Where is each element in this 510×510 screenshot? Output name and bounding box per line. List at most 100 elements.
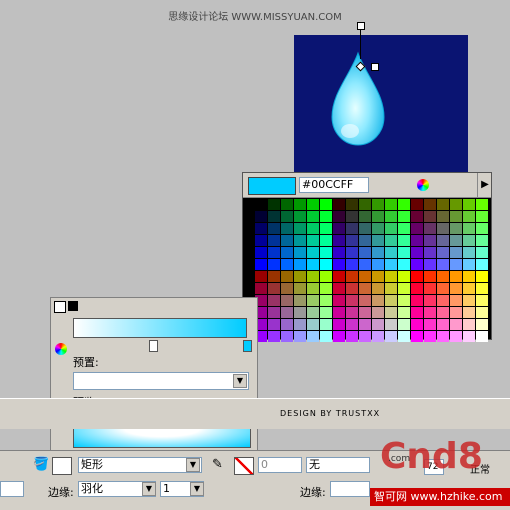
swatch-cell[interactable]: [437, 331, 449, 342]
swatch-cell[interactable]: [294, 247, 306, 258]
gradient-stop-right[interactable]: [243, 340, 252, 352]
swatch-cell[interactable]: [463, 271, 475, 282]
swatch-cell[interactable]: [307, 295, 319, 306]
swatch-cell[interactable]: [476, 235, 488, 246]
transform-handle-right[interactable]: [371, 63, 379, 71]
swatch-cell[interactable]: [450, 295, 462, 306]
swatch-cell[interactable]: [307, 259, 319, 270]
swatch-cell[interactable]: [294, 259, 306, 270]
swatch-cell[interactable]: [346, 223, 358, 234]
swatch-cell[interactable]: [424, 259, 436, 270]
swatch-cell[interactable]: [346, 247, 358, 258]
swatch-cell[interactable]: [476, 271, 488, 282]
swatch-cell[interactable]: [450, 199, 462, 210]
swatch-cell[interactable]: [437, 199, 449, 210]
swatch-cell[interactable]: [476, 331, 488, 342]
swatch-cell[interactable]: [463, 259, 475, 270]
swatch-cell[interactable]: [333, 247, 345, 258]
swatch-cell[interactable]: [294, 295, 306, 306]
swatch-cell[interactable]: [372, 259, 384, 270]
swatch-cell[interactable]: [255, 259, 267, 270]
swatch-cell[interactable]: [398, 199, 410, 210]
swatch-cell[interactable]: [424, 295, 436, 306]
swatch-cell[interactable]: [359, 199, 371, 210]
swatch-cell[interactable]: [450, 271, 462, 282]
swatch-cell[interactable]: [333, 295, 345, 306]
swatch-cell[interactable]: [281, 259, 293, 270]
swatch-cell[interactable]: [333, 319, 345, 330]
swatch-cell[interactable]: [346, 259, 358, 270]
stroke-color-swatch[interactable]: [234, 457, 254, 475]
swatch-cell[interactable]: [255, 271, 267, 282]
swatch-cell[interactable]: [424, 223, 436, 234]
swatch-cell[interactable]: [307, 247, 319, 258]
gradient-bar[interactable]: [73, 318, 247, 338]
swatch-cell[interactable]: [476, 247, 488, 258]
swatch-cell[interactable]: [450, 235, 462, 246]
swatch-cell[interactable]: [255, 223, 267, 234]
left-input[interactable]: [0, 481, 24, 497]
swatch-cell[interactable]: [359, 235, 371, 246]
swatch-cell[interactable]: [463, 199, 475, 210]
swatch-cell[interactable]: [372, 331, 384, 342]
swatch-cell[interactable]: [294, 199, 306, 210]
swatch-cell[interactable]: [411, 319, 423, 330]
swatch-cell[interactable]: [463, 247, 475, 258]
swatch-cell[interactable]: [255, 211, 267, 222]
swatch-cell[interactable]: [281, 271, 293, 282]
swatch-cell[interactable]: [333, 283, 345, 294]
swatch-cell[interactable]: [476, 259, 488, 270]
swatch-cell[interactable]: [268, 259, 280, 270]
swatch-cell[interactable]: [450, 319, 462, 330]
swatch-cell[interactable]: [346, 271, 358, 282]
swatch-cell[interactable]: [372, 319, 384, 330]
swatch-cell[interactable]: [268, 331, 280, 342]
swatch-cell[interactable]: [281, 283, 293, 294]
chevron-down-icon[interactable]: ▼: [142, 482, 156, 496]
swatch-cell[interactable]: [268, 295, 280, 306]
swatch-cell[interactable]: [333, 223, 345, 234]
swatch-cell[interactable]: [463, 211, 475, 222]
swatch-cell[interactable]: [424, 199, 436, 210]
transform-handle-top[interactable]: [357, 22, 365, 30]
swatch-cell[interactable]: [268, 211, 280, 222]
swatch-cell[interactable]: [294, 235, 306, 246]
swatch-cell[interactable]: [398, 211, 410, 222]
swatch-cell[interactable]: [268, 271, 280, 282]
swatch-cell[interactable]: [307, 307, 319, 318]
stroke-select[interactable]: 无: [306, 457, 370, 473]
swatch-cell[interactable]: [320, 271, 332, 282]
swatch-cell[interactable]: [333, 199, 345, 210]
chevron-down-icon[interactable]: ▼: [190, 482, 204, 496]
swatch-cell[interactable]: [476, 223, 488, 234]
swatch-cell[interactable]: [398, 259, 410, 270]
edge-input-2[interactable]: [330, 481, 370, 497]
swatch-cell[interactable]: [307, 283, 319, 294]
swatch-cell[interactable]: [437, 247, 449, 258]
swatch-cell[interactable]: [385, 271, 397, 282]
swatch-cell[interactable]: [346, 319, 358, 330]
swatch-cell[interactable]: [320, 319, 332, 330]
swatch-cell[interactable]: [424, 319, 436, 330]
color-wheel-icon[interactable]: [417, 179, 429, 191]
swatch-cell[interactable]: [359, 331, 371, 342]
swatch-cell[interactable]: [437, 235, 449, 246]
swatch-cell[interactable]: [372, 223, 384, 234]
swatch-cell[interactable]: [372, 295, 384, 306]
swatch-cell[interactable]: [320, 247, 332, 258]
pencil-icon[interactable]: ✎: [212, 457, 223, 472]
swatch-cell[interactable]: [281, 199, 293, 210]
swatch-cell[interactable]: [359, 319, 371, 330]
swatch-cell[interactable]: [346, 295, 358, 306]
swatch-cell[interactable]: [307, 235, 319, 246]
swatch-cell[interactable]: [333, 307, 345, 318]
swatch-cell[interactable]: [385, 331, 397, 342]
swatch-cell[interactable]: [359, 307, 371, 318]
swatch-cell[interactable]: [424, 307, 436, 318]
swatch-cell[interactable]: [307, 319, 319, 330]
swatch-cell[interactable]: [320, 199, 332, 210]
swatch-cell[interactable]: [255, 247, 267, 258]
swatch-cell[interactable]: [268, 319, 280, 330]
swatch-cell[interactable]: [437, 271, 449, 282]
swatch-cell[interactable]: [333, 259, 345, 270]
